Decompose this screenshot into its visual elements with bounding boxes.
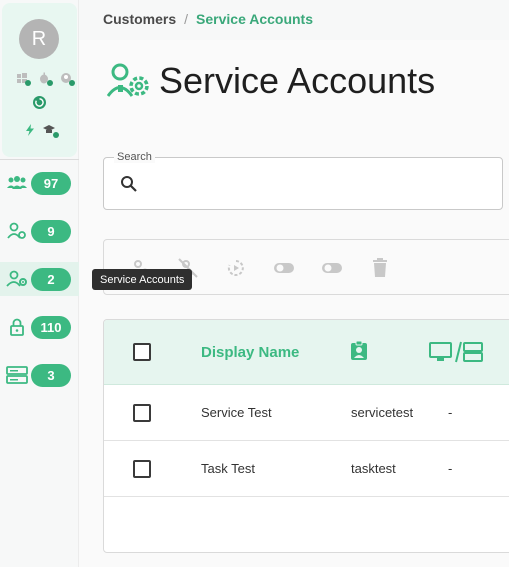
status-icons-row xyxy=(16,71,75,86)
rail-divider xyxy=(0,159,79,160)
nav-tooltip: Service Accounts xyxy=(92,269,193,290)
row-checkbox[interactable] xyxy=(133,460,151,478)
toggle-enable-icon[interactable] xyxy=(272,256,296,280)
row-display-name: Task Test xyxy=(201,461,255,476)
apple-icon[interactable] xyxy=(38,71,53,86)
breadcrumb-customers-link[interactable]: Customers xyxy=(103,11,176,27)
avatar[interactable]: R xyxy=(19,19,59,59)
user-panel: R xyxy=(2,3,77,157)
row-display-name: Service Test xyxy=(201,405,272,420)
row-computer: - xyxy=(448,405,453,420)
sync-icon[interactable] xyxy=(33,96,46,109)
breadcrumb-separator: / xyxy=(184,11,189,27)
nav-item-user-settings[interactable]: 9 xyxy=(0,214,79,248)
user-settings-count-badge: 9 xyxy=(31,219,71,243)
service-accounts-title-icon xyxy=(106,63,151,104)
computer-server-icon[interactable] xyxy=(429,341,483,368)
left-rail: R 97 9 2 110 3 xyxy=(0,0,79,567)
search-input[interactable]: Search xyxy=(103,151,503,210)
search-icon xyxy=(120,175,138,198)
accounts-table: Display Name Service Test servicetest - xyxy=(103,319,509,553)
nav-item-users[interactable]: 97 xyxy=(0,166,79,200)
account-badge-icon[interactable] xyxy=(349,340,369,366)
delete-icon[interactable] xyxy=(368,256,392,280)
graduation-cap-icon[interactable] xyxy=(42,123,59,138)
row-checkbox[interactable] xyxy=(133,404,151,422)
user-gear-icon xyxy=(6,221,28,241)
nav-item-servers[interactable]: 3 xyxy=(0,358,79,392)
table-header: Display Name xyxy=(104,320,509,385)
row-account-name: servicetest xyxy=(351,405,414,420)
table-row[interactable]: Task Test tasktest - xyxy=(104,441,509,497)
toggle-disable-icon[interactable] xyxy=(320,256,344,280)
nav-item-lock[interactable]: 110 xyxy=(0,310,79,344)
row-account-name: tasktest xyxy=(351,461,396,476)
breadcrumb: Customers / Service Accounts xyxy=(103,11,313,27)
select-all-checkbox[interactable] xyxy=(133,343,151,361)
servers-count-badge: 3 xyxy=(31,363,71,387)
lightning-icon[interactable] xyxy=(24,123,36,136)
reset-password-icon[interactable] xyxy=(224,256,248,280)
page-title: Service Accounts xyxy=(159,60,436,101)
user-search-icon[interactable] xyxy=(60,71,75,86)
server-icon xyxy=(6,365,28,385)
table-row[interactable]: Service Test servicetest - xyxy=(104,385,509,441)
users-count-badge: 97 xyxy=(31,171,71,195)
service-accounts-icon xyxy=(6,269,28,289)
lock-icon xyxy=(6,317,28,337)
windows-icon[interactable] xyxy=(16,71,31,86)
extra-icons-row xyxy=(24,123,59,138)
nav-item-service-accounts[interactable]: 2 xyxy=(0,262,79,296)
column-header-display-name[interactable]: Display Name xyxy=(201,344,299,361)
row-computer: - xyxy=(448,461,453,476)
users-group-icon xyxy=(6,173,28,193)
service-accounts-count-badge: 2 xyxy=(31,267,71,291)
lock-count-badge: 110 xyxy=(31,315,71,339)
search-label: Search xyxy=(114,151,155,163)
breadcrumb-current: Service Accounts xyxy=(196,11,314,27)
